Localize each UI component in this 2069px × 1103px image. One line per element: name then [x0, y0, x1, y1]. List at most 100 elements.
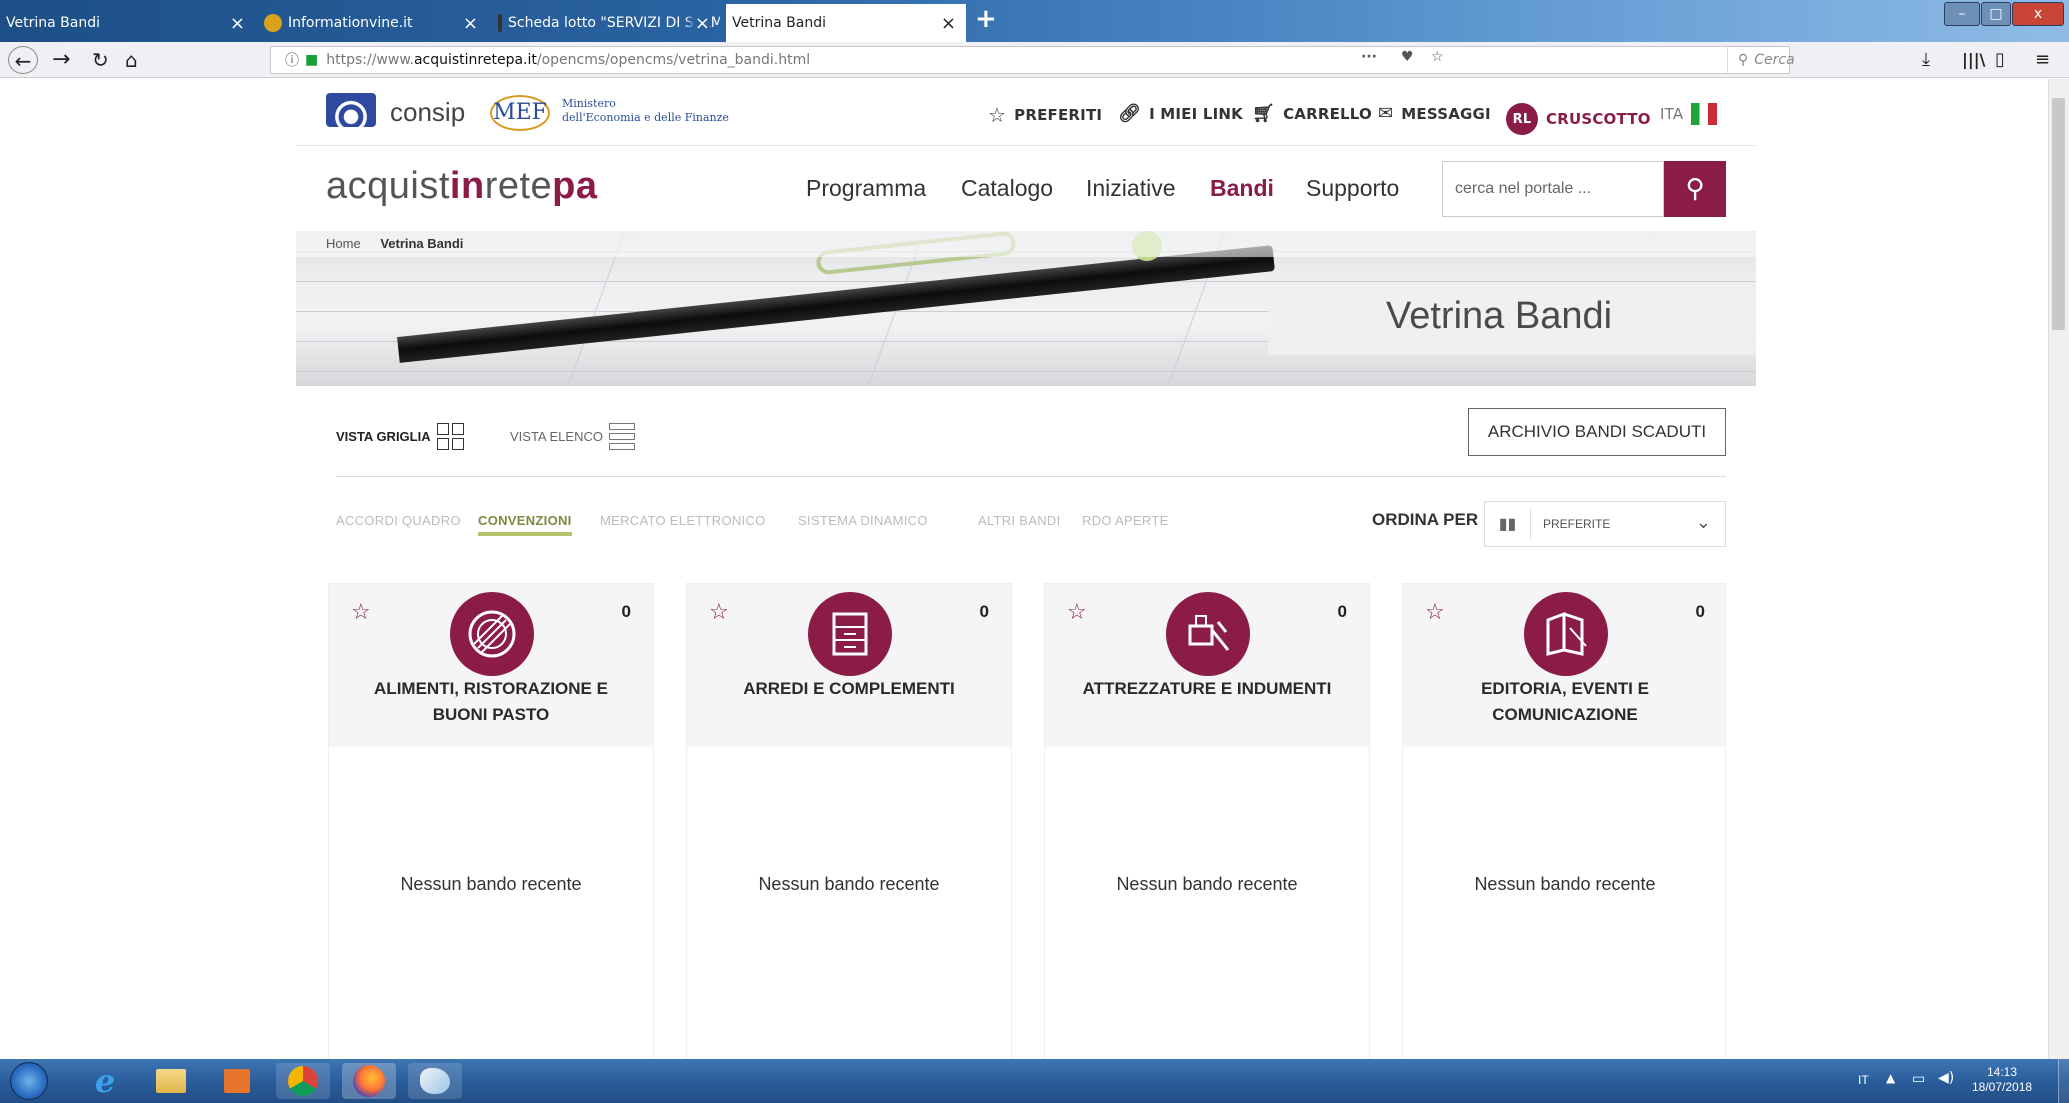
favorite-star-icon[interactable]: ☆: [1067, 600, 1087, 625]
windows-taskbar: e IT ▲ ▭ ◀) 14:13 18/07/2018: [0, 1059, 2069, 1103]
card-title: ARREDI E COMPLEMENTI: [697, 676, 1001, 702]
tab[interactable]: Informationvine.it ×: [258, 4, 488, 42]
new-tab-button[interactable]: +: [975, 4, 997, 34]
page-actions-icon[interactable]: ···: [1361, 49, 1377, 65]
sidebar-icon[interactable]: ▯: [1995, 46, 2005, 74]
sort-value: PREFERITE: [1543, 517, 1611, 531]
show-desktop-button[interactable]: [2058, 1059, 2069, 1103]
link-icon: 🔗︎: [1118, 103, 1142, 124]
clock[interactable]: 14:13 18/07/2018: [1972, 1065, 2032, 1095]
miei-link-link[interactable]: 🔗︎ I MIEI LINK: [1118, 103, 1243, 124]
card-count: 0: [979, 602, 989, 621]
acquistinretepa-logo[interactable]: acquistinretepa: [326, 165, 598, 208]
card-count: 0: [1337, 602, 1347, 621]
forward-button[interactable]: →: [52, 46, 70, 74]
card-title: EDITORIA, EVENTI E COMUNICAZIONE: [1413, 676, 1717, 728]
brand-part2: in: [449, 165, 485, 207]
view-grid-toggle[interactable]: VISTA GRIGLIA: [336, 423, 464, 450]
nav-programma[interactable]: Programma: [806, 175, 926, 202]
view-list-toggle[interactable]: VISTA ELENCO: [510, 423, 635, 450]
reload-icon[interactable]: ↻: [92, 46, 109, 74]
download-icon[interactable]: ⤓: [1922, 46, 1930, 74]
miei-link-label: I MIEI LINK: [1149, 104, 1243, 123]
tab[interactable]: Scheda lotto "SERVIZI DI STAM ×: [492, 4, 720, 42]
bookmark-star-icon[interactable]: ☆: [1431, 49, 1444, 65]
nav-catalogo[interactable]: Catalogo: [961, 175, 1053, 202]
nav-bandi[interactable]: Bandi: [1210, 175, 1274, 202]
chrome-icon[interactable]: [276, 1063, 330, 1099]
info-icon[interactable]: ⓘ: [285, 50, 299, 70]
close-tab-icon[interactable]: ×: [941, 13, 956, 34]
portal-search-button[interactable]: ⚲: [1664, 161, 1726, 217]
category-card[interactable]: ☆ 0 ATTREZZATURE E INDUMENTI Nessun band…: [1044, 583, 1370, 1059]
brand-part1: acquist: [326, 165, 450, 207]
network-icon[interactable]: ▭: [1912, 1071, 1925, 1087]
pocket-icon[interactable]: ♥: [1401, 49, 1414, 65]
volume-icon[interactable]: ◀): [1938, 1070, 1954, 1086]
card-empty-text: Nessun bando recente: [758, 874, 940, 894]
language-indicator[interactable]: IT: [1858, 1073, 1869, 1087]
consip-logo[interactable]: consip: [390, 97, 465, 128]
nav-supporto[interactable]: Supporto: [1306, 175, 1399, 202]
close-tab-icon[interactable]: ×: [463, 13, 478, 34]
category-card[interactable]: ☆ 0 EDITORIA, EVENTI E COMUNICAZIONE Nes…: [1402, 583, 1727, 1059]
filter-mercato-elettronico[interactable]: MERCATO ELETTRONICO: [600, 513, 766, 528]
mef-logo[interactable]: MEF: [490, 95, 550, 131]
favorite-star-icon[interactable]: ☆: [709, 600, 729, 625]
url-prefix: https://www.: [326, 52, 414, 68]
filter-altri-bandi[interactable]: ALTRI BANDI: [978, 513, 1061, 528]
messaggi-link[interactable]: ✉ MESSAGGI: [1378, 103, 1491, 124]
tab[interactable]: Vetrina Bandi ×: [0, 4, 255, 42]
filter-accordi-quadro[interactable]: ACCORDI QUADRO: [336, 513, 461, 528]
tray-expand-icon[interactable]: ▲: [1886, 1071, 1895, 1085]
file-explorer-icon[interactable]: [144, 1063, 198, 1099]
library-icon[interactable]: |||\: [1962, 46, 1985, 74]
maximize-button[interactable]: □: [1981, 2, 2011, 26]
language-selector[interactable]: ITA: [1660, 103, 1718, 125]
list-icon: [608, 423, 635, 450]
tab-title: Informationvine.it: [288, 15, 413, 31]
card-title-line: ARREDI E COMPLEMENTI: [743, 679, 955, 698]
archivio-bandi-button[interactable]: ARCHIVIO BANDI SCADUTI: [1468, 408, 1726, 456]
cruscotto-link[interactable]: RL CRUSCOTTO: [1506, 103, 1651, 135]
consip-logo-icon: [326, 93, 376, 127]
category-card[interactable]: ☆ 0 ALIMENTI, RISTORAZIONE E BUONI PASTO…: [328, 583, 654, 1059]
card-count: 0: [621, 602, 631, 621]
menu-icon[interactable]: ≡: [2035, 46, 2050, 74]
carrello-link[interactable]: 🛒︎ CARRELLO: [1252, 103, 1372, 124]
portal-search-input[interactable]: cerca nel portale ...: [1442, 161, 1664, 217]
favicon-icon: [498, 14, 502, 32]
internet-explorer-icon[interactable]: e: [78, 1062, 132, 1100]
card-title-line: ALIMENTI, RISTORAZIONE E: [374, 679, 608, 698]
home-icon[interactable]: ⌂: [125, 46, 138, 74]
brand-part4: pa: [552, 165, 598, 207]
search-icon: ⚲: [1738, 52, 1749, 68]
filter-rdo-aperte[interactable]: RDO APERTE: [1082, 513, 1169, 528]
breadcrumb-home[interactable]: Home: [326, 236, 361, 251]
start-button[interactable]: [4, 1062, 54, 1100]
sort-select[interactable]: ▮▮ PREFERITE ⌄: [1484, 501, 1726, 547]
category-card[interactable]: ☆ 0 ARREDI E COMPLEMENTI Nessun bando re…: [686, 583, 1012, 1059]
close-tab-icon[interactable]: ×: [684, 13, 710, 34]
carrello-label: CARRELLO: [1283, 104, 1372, 123]
back-button[interactable]: ←: [8, 46, 38, 74]
envelope-icon: ✉: [1378, 103, 1394, 124]
scrollbar-thumb[interactable]: [2052, 98, 2065, 330]
cruscotto-label: CRUSCOTTO: [1546, 110, 1651, 128]
nav-iniziative[interactable]: Iniziative: [1086, 175, 1175, 202]
minimize-button[interactable]: –: [1944, 2, 1980, 26]
close-window-button[interactable]: x: [2012, 2, 2064, 26]
preferiti-link[interactable]: ☆ PREFERITI: [988, 103, 1102, 127]
paint-icon[interactable]: [408, 1063, 462, 1099]
filter-sistema-dinamico[interactable]: SISTEMA DINAMICO: [798, 513, 928, 528]
url-bar[interactable]: ⓘ ■ https://www. acquistinretepa.it/openc…: [270, 46, 1795, 74]
search-input[interactable]: ⚲ Cerca: [1727, 47, 2061, 73]
italy-flag-icon: [1691, 103, 1718, 125]
filter-convenzioni[interactable]: CONVENZIONI: [478, 513, 572, 536]
favorite-star-icon[interactable]: ☆: [1425, 600, 1445, 625]
favorite-star-icon[interactable]: ☆: [351, 600, 371, 625]
close-tab-icon[interactable]: ×: [230, 13, 245, 34]
tab-active[interactable]: Vetrina Bandi ×: [726, 4, 966, 42]
outlook-icon[interactable]: [210, 1063, 264, 1099]
firefox-icon[interactable]: [342, 1063, 396, 1099]
